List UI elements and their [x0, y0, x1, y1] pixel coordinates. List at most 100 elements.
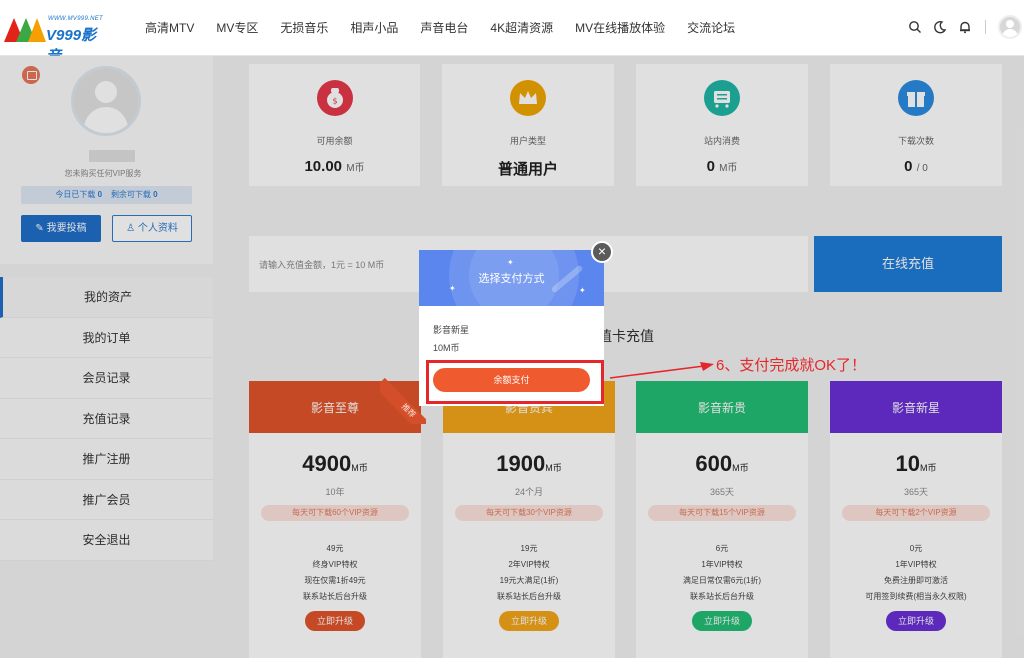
vip-detail: 19元	[520, 544, 538, 553]
annotation-arrow	[609, 362, 714, 379]
header-divider	[985, 20, 986, 34]
sparkle-icon: ✦	[579, 286, 586, 295]
vip-detail: 1年VIP特权	[701, 560, 743, 569]
vip-card: 影音贵宾 1900M币 24个月 每天可下载30个VIP资源 19元 2年VIP…	[443, 381, 615, 658]
cart-icon	[704, 80, 740, 116]
nav-item[interactable]: 无损音乐	[269, 0, 339, 56]
vip-price: 10M币	[895, 451, 937, 476]
stat-label: 用户类型	[509, 136, 546, 146]
crown-icon	[510, 80, 546, 116]
moon-icon[interactable]	[933, 20, 947, 34]
nav-item[interactable]: MV专区	[205, 0, 269, 56]
nav-item[interactable]: 声音电台	[409, 0, 479, 56]
vip-card: 影音新星 10M币 365天 每天可下载2个VIP资源 0元 1年VIP特权 免…	[830, 381, 1002, 658]
upgrade-button[interactable]: 立即升级	[886, 611, 946, 631]
sidebar-item-recharge-history[interactable]: 充值记录	[0, 398, 213, 439]
profile-button[interactable]: ♙ 个人资料	[112, 215, 192, 242]
vip-price: 1900M币	[496, 451, 562, 476]
modal-header: ✦ ✦ ✦ 选择支付方式	[419, 250, 604, 306]
svg-text:$: $	[332, 97, 337, 106]
sidebar-item-orders[interactable]: 我的订单	[0, 317, 213, 358]
stat-consumption: 站内消费 0 M币	[636, 64, 808, 186]
money-bag-icon: $	[316, 80, 353, 116]
stat-balance: $ 可用余额 10.00 M币	[249, 64, 420, 186]
vip-quota: 每天可下载30个VIP资源	[455, 505, 603, 521]
vip-note: 您未购买任何VIP服务	[64, 169, 142, 178]
stat-downloads: 下载次数 0 / 0	[830, 64, 1002, 186]
stat-value: 普通用户	[497, 161, 558, 178]
close-icon[interactable]: ×	[591, 241, 613, 263]
sidebar-item-assets[interactable]: 我的资产	[0, 277, 213, 318]
vip-detail: 1年VIP特权	[895, 560, 937, 569]
vip-quota: 每天可下载15个VIP资源	[648, 505, 796, 521]
vip-card-title: 影音新星	[830, 381, 1002, 433]
bell-icon[interactable]	[958, 20, 972, 34]
site-logo[interactable]: WWW.MV999.NET V999影音	[4, 14, 110, 65]
download-quota-bar: 今日已下载 0 剩余可下载 0	[21, 186, 192, 204]
vip-detail: 满足日常仅需6元(1折)	[682, 576, 762, 585]
vip-detail: 联系站长后台升级	[497, 592, 561, 601]
user-avatar[interactable]	[998, 15, 1022, 39]
nav-item[interactable]: MV在线播放体验	[564, 0, 676, 56]
vip-duration: 24个月	[514, 487, 543, 497]
profile-panel: 您未购买任何VIP服务 今日已下载 0 剩余可下载 0 ✎ 我要投稿 ♙ 个人资…	[0, 56, 213, 264]
vip-detail: 可用签到续费(相当永久权限)	[865, 592, 967, 601]
vip-detail: 联系站长后台升级	[690, 592, 754, 601]
product-name: 影音新星	[433, 325, 470, 335]
user-icon: ♙	[126, 223, 138, 234]
vip-badge-icon	[22, 66, 40, 84]
nav-item[interactable]: 交流论坛	[676, 0, 746, 56]
nav-item[interactable]: 相声小品	[339, 0, 409, 56]
sidebar-item-logout[interactable]: 安全退出	[0, 520, 213, 561]
stat-user-type: 用户类型 普通用户	[442, 64, 614, 186]
recharge-placeholder: 请输入充值金额，1元 = 10 M币	[259, 260, 385, 270]
vip-detail: 0元	[909, 544, 923, 553]
vip-detail: 终身VIP特权	[312, 560, 358, 569]
vip-detail: 免费注册即可激活	[884, 576, 948, 585]
submit-post-button[interactable]: ✎ 我要投稿	[21, 215, 101, 242]
stat-label: 站内消费	[703, 136, 740, 146]
vip-duration: 10年	[325, 487, 345, 497]
username-redacted	[89, 150, 135, 162]
vip-quota: 每天可下载60个VIP资源	[261, 505, 409, 521]
profile-avatar	[71, 66, 141, 136]
stat-label: 可用余额	[316, 136, 353, 146]
stat-label: 下载次数	[897, 136, 934, 146]
sparkle-icon: ✦	[507, 258, 514, 267]
stat-value: 0 / 0	[904, 158, 928, 175]
vip-duration: 365天	[903, 487, 929, 497]
upgrade-button[interactable]: 立即升级	[499, 611, 559, 631]
nav-item[interactable]: 4K超清资源	[479, 0, 564, 56]
vip-duration: 365天	[709, 487, 735, 497]
stat-value: 10.00 M币	[304, 158, 365, 175]
vip-detail: 49元	[326, 544, 344, 553]
vip-detail: 19元大满足(1折)	[499, 576, 559, 585]
vip-card-title: 影音新贵	[636, 381, 808, 433]
card-recharge-title: 值卡充值	[598, 328, 654, 344]
vip-price: 600M币	[695, 451, 749, 476]
vip-detail: 联系站长后台升级	[303, 592, 367, 601]
logo-subtext: WWW.MV999.NET	[48, 16, 104, 22]
vip-quota: 每天可下载2个VIP资源	[842, 505, 990, 521]
upgrade-button[interactable]: 立即升级	[305, 611, 365, 631]
logo-mark	[4, 18, 46, 42]
balance-pay-button[interactable]: 余额支付	[433, 368, 590, 392]
sidebar-menu: 我的资产 我的订单 会员记录 充值记录 推广注册 推广会员 安全退出	[0, 277, 213, 561]
vip-price: 4900M币	[302, 451, 368, 476]
upgrade-button[interactable]: 立即升级	[692, 611, 752, 631]
modal-title: 选择支付方式	[478, 273, 545, 285]
annotation-text: 6、支付完成就OK了！	[716, 357, 867, 374]
vip-card: 影音新贵 600M币 365天 每天可下载15个VIP资源 6元 1年VIP特权…	[636, 381, 808, 658]
main-nav: 高清MTV MV专区 无损音乐 相声小品 声音电台 4K超清资源 MV在线播放体…	[134, 0, 746, 56]
online-recharge-button[interactable]: 在线充值	[814, 236, 1002, 292]
search-icon[interactable]	[908, 20, 922, 34]
vip-detail: 6元	[715, 544, 729, 553]
top-header: WWW.MV999.NET V999影音 高清MTV MV专区 无损音乐 相声小…	[0, 0, 1024, 65]
edit-icon: ✎	[35, 223, 47, 234]
vip-detail: 现在仅需1折49元	[304, 576, 366, 585]
nav-item[interactable]: 高清MTV	[134, 0, 205, 56]
sidebar-item-membership[interactable]: 会员记录	[0, 358, 213, 399]
sidebar-item-referral-members[interactable]: 推广会员	[0, 479, 213, 520]
gift-icon	[898, 80, 934, 116]
sidebar-item-referral-register[interactable]: 推广注册	[0, 439, 213, 480]
